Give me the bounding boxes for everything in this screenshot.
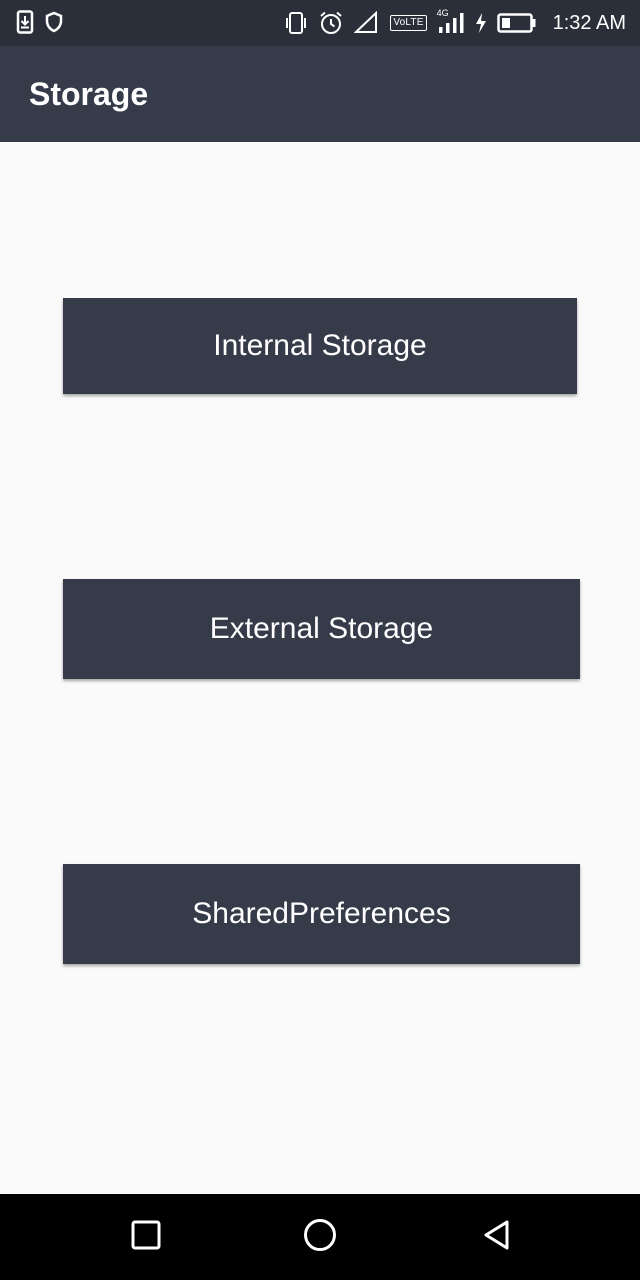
back-icon (481, 1219, 513, 1256)
status-bar-left (16, 10, 74, 34)
status-bar: VoLTE 4G 1:32 AM (0, 0, 640, 46)
recents-button[interactable] (121, 1212, 171, 1262)
external-storage-button[interactable]: External Storage (63, 579, 580, 679)
shared-preferences-button[interactable]: SharedPreferences (63, 864, 580, 964)
status-bar-right: VoLTE 4G 1:32 AM (284, 8, 626, 38)
back-button[interactable] (472, 1212, 522, 1262)
signal-4g-icon: 4G (437, 8, 465, 36)
home-icon (302, 1217, 338, 1258)
signal-empty-icon (354, 11, 380, 35)
download-notification-icon (16, 10, 34, 34)
recents-icon (130, 1219, 162, 1256)
status-time: 1:32 AM (552, 12, 626, 34)
charging-icon (475, 12, 487, 34)
app-bar: Storage (0, 46, 640, 142)
battery-icon (496, 12, 537, 34)
volte-icon: VoLTE (390, 15, 427, 31)
navigation-bar (0, 1194, 640, 1280)
main-content: Internal Storage External Storage Shared… (0, 142, 640, 1194)
page-title: Storage (29, 76, 149, 112)
internal-storage-button[interactable]: Internal Storage (63, 298, 577, 394)
home-button[interactable] (295, 1212, 345, 1262)
shield-icon (44, 11, 64, 33)
alarm-icon (318, 10, 344, 36)
vibrate-icon (284, 10, 308, 36)
